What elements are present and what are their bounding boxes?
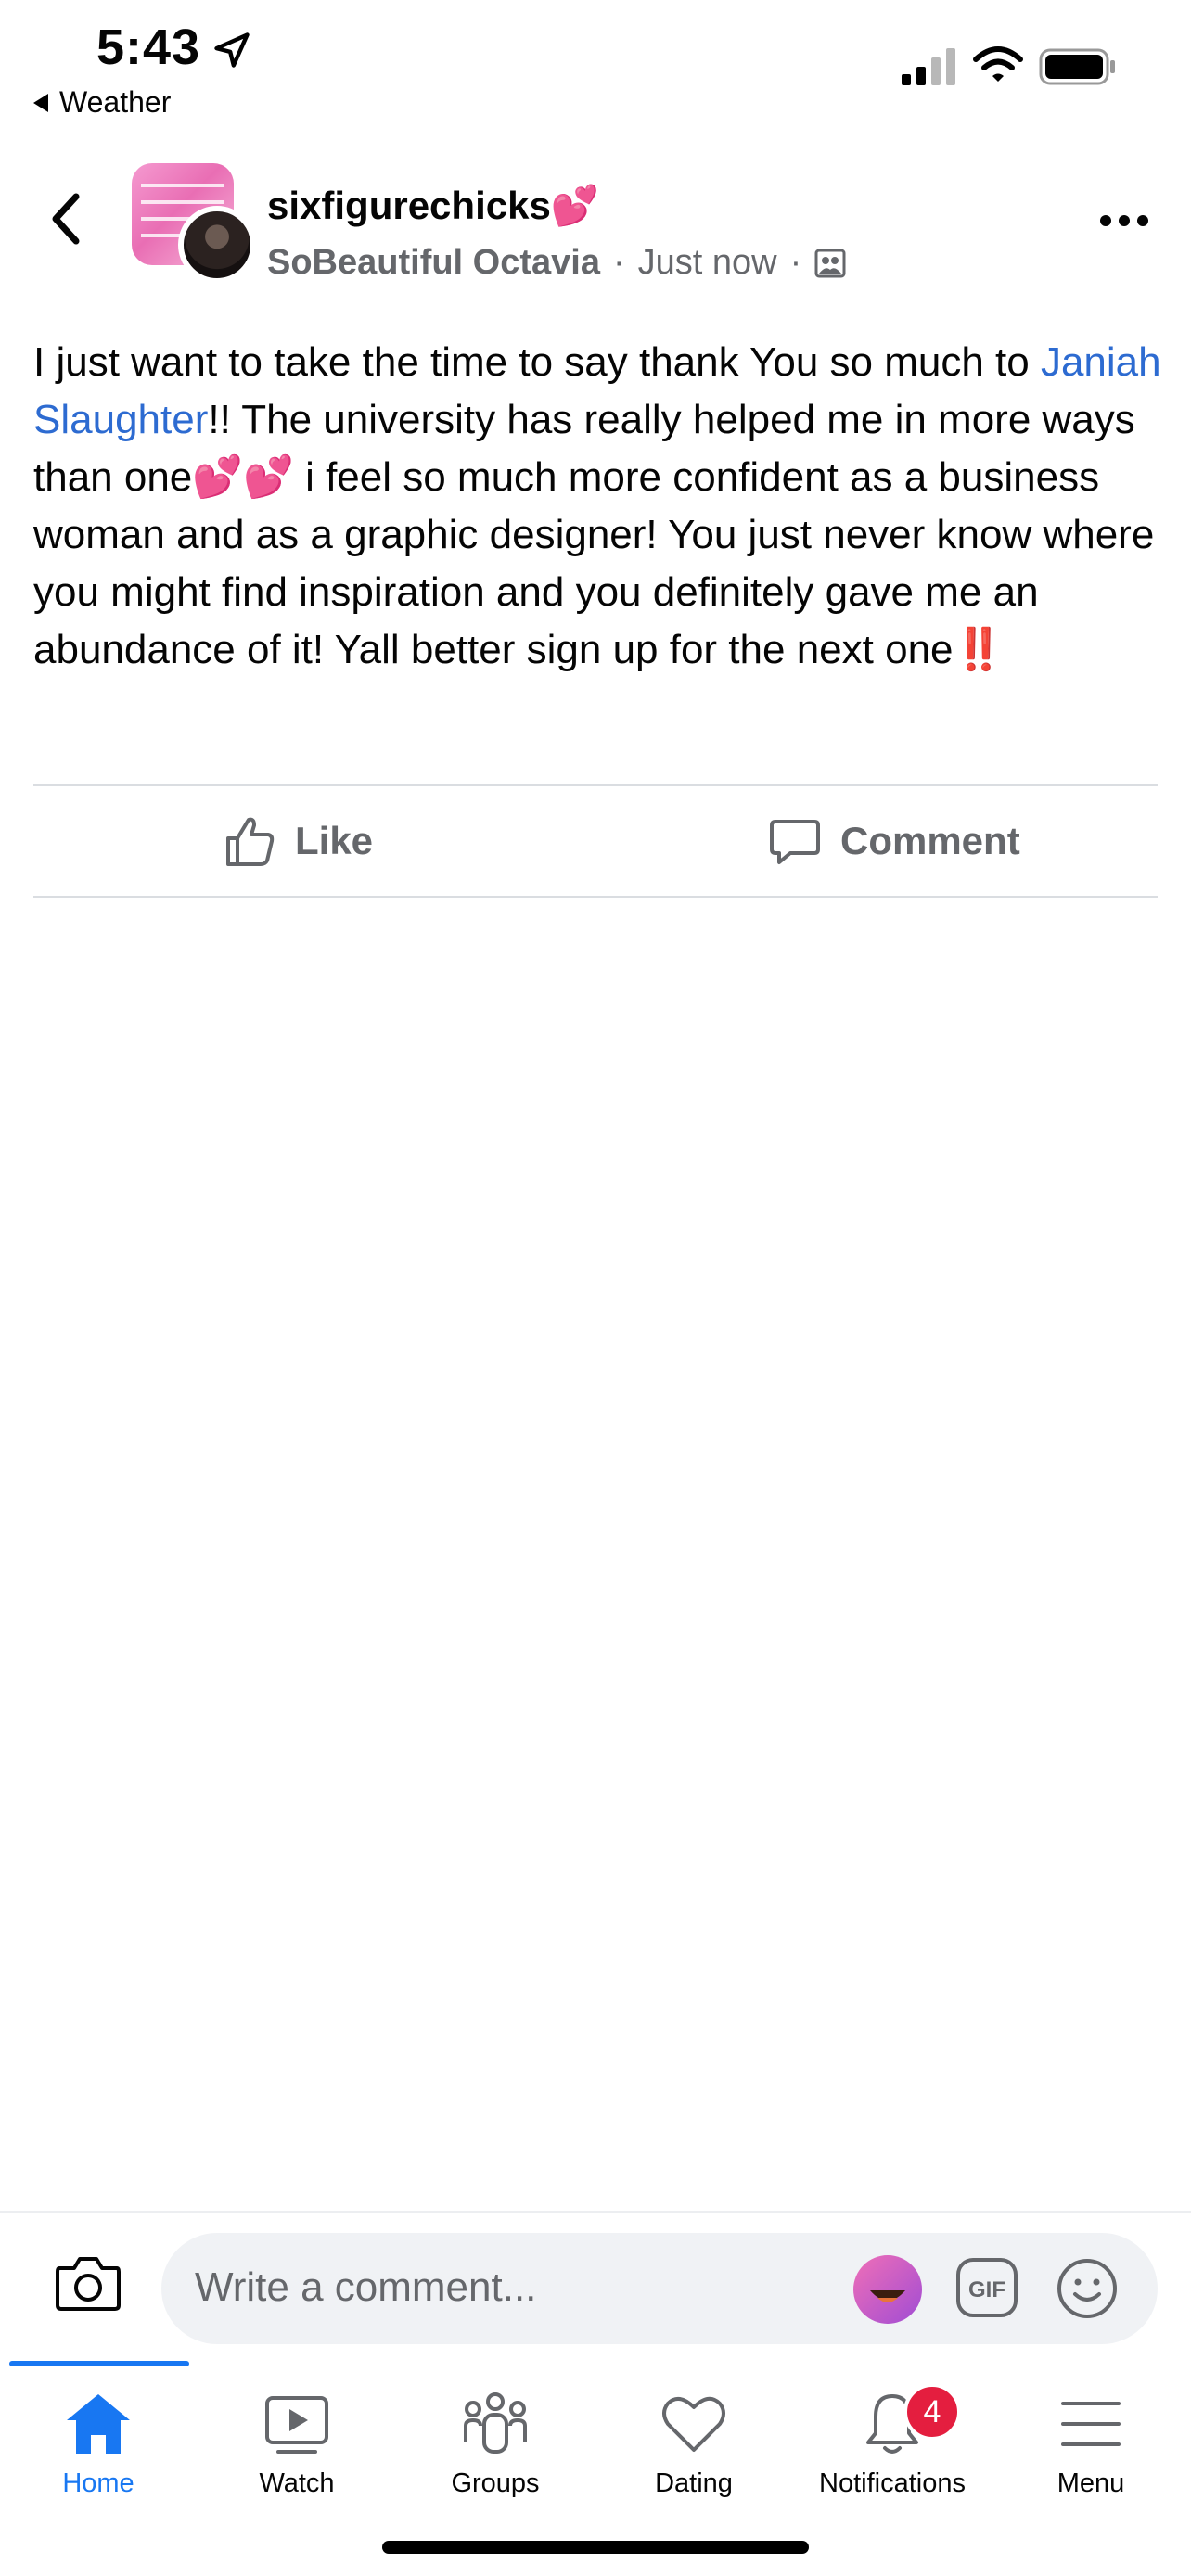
like-button[interactable]: Like (223, 786, 373, 896)
post-text-start: I just want to take the time to say than… (33, 339, 1041, 385)
status-time: 5:43 (96, 19, 201, 75)
more-options-icon[interactable] (1098, 211, 1150, 230)
tab-label: Menu (1057, 2468, 1125, 2498)
gif-icon[interactable]: GIF (955, 2257, 1018, 2318)
post-timestamp: Just now (637, 243, 777, 282)
watch-video-icon (265, 2396, 328, 2454)
tab-dating[interactable]: Dating (601, 2389, 787, 2500)
post-body: I just want to take the time to say than… (33, 334, 1161, 679)
groups-icon (464, 2392, 527, 2454)
thumbs-up-icon (226, 817, 275, 866)
tab-menu[interactable]: Menu (998, 2389, 1184, 2500)
tab-label: Dating (655, 2468, 733, 2498)
gif-label: GIF (968, 2277, 1005, 2302)
comment-composer: Write a comment... GIF (0, 2211, 1191, 2365)
meta-separator: · (612, 243, 625, 282)
comment-button[interactable]: Comment (768, 786, 1020, 896)
tab-label: Groups (451, 2468, 540, 2498)
camera-icon[interactable] (54, 2251, 122, 2313)
author-avatar[interactable] (178, 206, 256, 284)
post-header: sixfigurechicks💕 SoBeautiful Octavia · J… (0, 158, 1191, 306)
heart-icon (662, 2396, 725, 2452)
status-bar: 5:43 Weather (0, 0, 1191, 130)
back-triangle-icon (33, 93, 48, 112)
active-tab-indicator (9, 2361, 189, 2366)
notification-badge: 4 (903, 2383, 961, 2441)
group-name[interactable]: sixfigurechicks💕 (267, 184, 599, 229)
comment-label: Comment (840, 819, 1020, 862)
back-app-label: Weather (59, 85, 172, 119)
avatar-sticker-icon[interactable] (853, 2255, 922, 2324)
post-actions: Like Comment (33, 786, 1158, 896)
back-chevron-icon[interactable] (46, 191, 87, 247)
tab-home[interactable]: Home (6, 2389, 191, 2500)
tab-label: Home (62, 2468, 134, 2498)
group-privacy-icon (814, 249, 846, 277)
cellular-signal-icon (902, 48, 955, 85)
divider (33, 896, 1158, 898)
battery-icon (1039, 48, 1115, 85)
post-meta: SoBeautiful Octavia · Just now · (267, 243, 846, 283)
home-indicator[interactable] (382, 2541, 809, 2554)
meta-separator: · (789, 243, 802, 282)
emoji-icon[interactable] (1056, 2257, 1119, 2320)
tab-groups[interactable]: Groups (403, 2389, 588, 2500)
author-name[interactable]: SoBeautiful Octavia (267, 243, 600, 283)
tab-watch[interactable]: Watch (204, 2389, 390, 2500)
location-arrow-icon (214, 32, 250, 68)
double-exclamation-emoji: ‼️ (953, 627, 1005, 672)
home-icon (67, 2394, 130, 2454)
comment-placeholder: Write a comment... (195, 2264, 537, 2310)
back-to-app-link[interactable]: Weather (33, 85, 171, 120)
tab-label: Watch (259, 2468, 335, 2498)
like-label: Like (295, 819, 374, 862)
tab-label: Notifications (819, 2468, 966, 2498)
comment-bubble-icon (770, 820, 820, 864)
tab-notifications[interactable]: 4 Notifications (800, 2383, 985, 2500)
wifi-icon (973, 46, 1023, 82)
comment-input[interactable]: Write a comment... GIF (161, 2233, 1158, 2344)
menu-icon (1061, 2402, 1121, 2446)
